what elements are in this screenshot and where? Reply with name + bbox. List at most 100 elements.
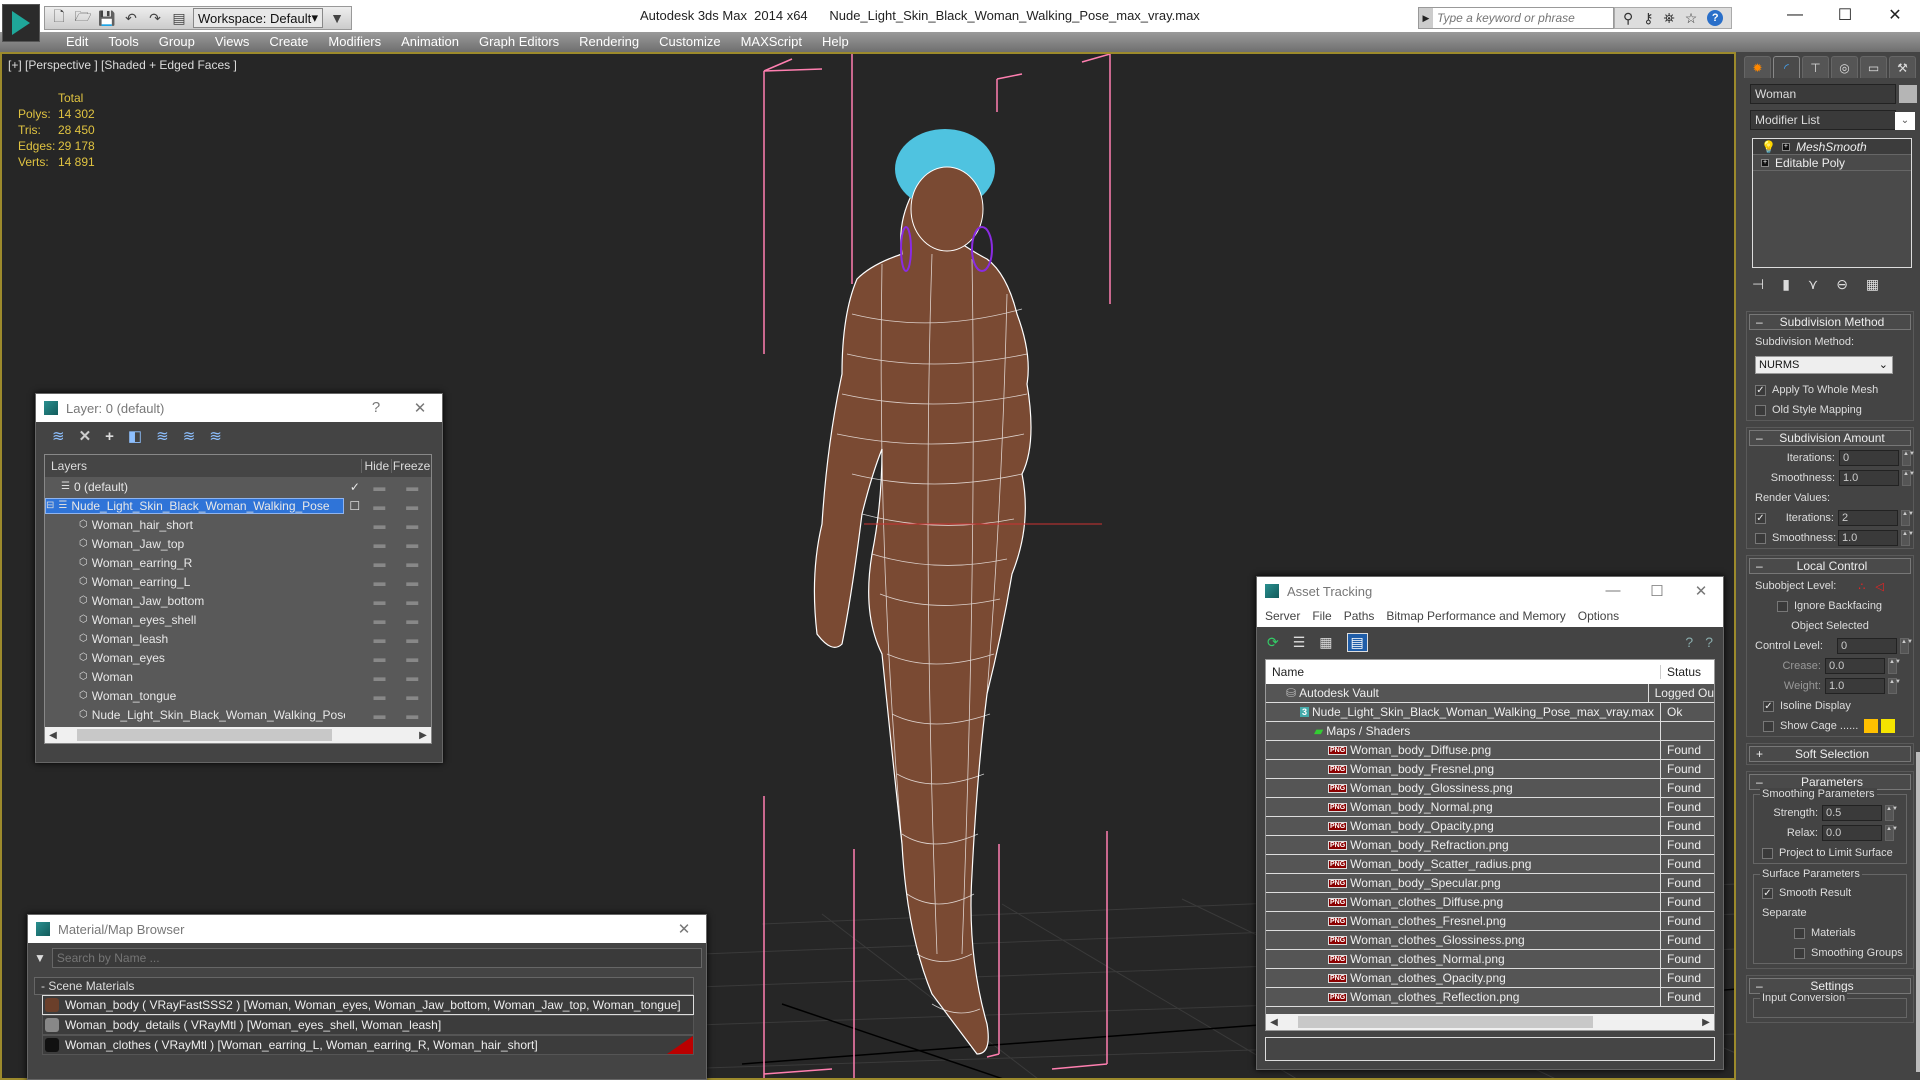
menu-views[interactable]: Views <box>205 32 259 52</box>
hide-toggle[interactable]: ▬ <box>365 651 393 665</box>
scroll-left-icon[interactable]: ◀ <box>1266 1017 1282 1028</box>
column-freeze[interactable]: Freeze <box>391 459 431 473</box>
scroll-right-icon[interactable]: ▶ <box>1698 1017 1714 1028</box>
freeze-toggle[interactable]: ▬ <box>394 594 431 608</box>
close-button[interactable]: ✕ <box>1679 582 1723 600</box>
close-button[interactable]: ✕ <box>662 920 706 938</box>
object-row[interactable]: ⬡ Woman_earring_L ▬ ▬ <box>45 572 431 591</box>
freeze-toggle[interactable]: ▬ <box>394 537 431 551</box>
freeze-toggle[interactable]: ▬ <box>394 689 431 703</box>
hide-toggle[interactable]: ▬ <box>365 556 393 570</box>
asset-row[interactable]: PNG Woman_clothes_Opacity.png Found <box>1266 969 1714 988</box>
make-unique-icon[interactable]: ⋎ <box>1808 276 1818 293</box>
rollout-header[interactable]: – Subdivision Amount <box>1749 430 1911 446</box>
asset-row[interactable]: PNG Woman_body_Normal.png Found <box>1266 798 1714 817</box>
spinner-arrows-icon[interactable]: ▲▼ <box>1901 530 1914 546</box>
smoothness-spinner[interactable]: 1.0 <box>1839 470 1899 486</box>
workspace-dropdown[interactable]: Workspace: Default ▾ <box>193 8 323 28</box>
lightbulb-icon[interactable]: 💡 <box>1761 140 1776 154</box>
freeze-toggle[interactable]: ▬ <box>394 651 431 665</box>
horizontal-scrollbar[interactable]: ◀ ▶ <box>1266 1014 1714 1030</box>
stack-item-meshsmooth[interactable]: 💡 + MeshSmooth <box>1753 139 1911 155</box>
highlight-selected-icon[interactable]: ≋ <box>156 427 169 445</box>
hide-toggle[interactable]: ▬ <box>365 613 393 627</box>
hide-toggle[interactable]: ▬ <box>365 518 393 532</box>
material-row[interactable]: Woman_body_details ( VRayMtl ) [Woman_ey… <box>42 1015 694 1035</box>
column-layers[interactable]: Layers <box>45 459 361 473</box>
crease-spinner[interactable]: 0.0 <box>1825 658 1885 674</box>
binoculars-icon[interactable]: ⚲ <box>1623 10 1633 27</box>
checkbox-unchecked[interactable] <box>1755 404 1766 416</box>
subdivision-method-dropdown[interactable]: NURMS ⌄ <box>1755 356 1893 374</box>
object-color-swatch[interactable] <box>1899 85 1917 103</box>
old-style-mapping-checkbox[interactable]: Old Style Mapping <box>1747 400 1913 420</box>
hide-toggle[interactable]: ▬ <box>365 670 393 684</box>
render-smoothness-checkbox[interactable] <box>1755 532 1766 544</box>
menu-help[interactable]: Help <box>812 32 859 52</box>
scroll-left-icon[interactable]: ◀ <box>45 730 61 741</box>
menu-graph-editors[interactable]: Graph Editors <box>469 32 569 52</box>
pin-stack-icon[interactable]: ⊣ <box>1752 276 1764 293</box>
asset-row[interactable]: PNG Woman_body_Scatter_radius.png Found <box>1266 855 1714 874</box>
material-row[interactable]: Woman_clothes ( VRayMtl ) [Woman_earring… <box>42 1035 694 1055</box>
hide-toggle[interactable]: ▬ <box>365 689 393 703</box>
asset-row[interactable]: PNG Woman_body_Opacity.png Found <box>1266 817 1714 836</box>
modifier-list-dropdown[interactable]: Modifier List <box>1750 110 1896 130</box>
iterations-spinner[interactable]: 0 <box>1839 450 1899 466</box>
maximize-button[interactable]: ☐ <box>1820 0 1870 30</box>
object-row[interactable]: ⬡ Woman_tongue ▬ ▬ <box>45 686 431 705</box>
control-level-spinner[interactable]: 0 <box>1837 638 1897 654</box>
help-icon[interactable]: ? <box>1707 10 1724 26</box>
hide-toggle[interactable]: ▬ <box>365 537 393 551</box>
add-to-layer-icon[interactable]: + <box>105 428 114 445</box>
layer-row[interactable]: ⊟ ☰ Nude_Light_Skin_Black_Woman_Walking_Po… <box>45 496 431 515</box>
tab-modify[interactable]: ◜ <box>1773 56 1800 78</box>
cage-color-swatch[interactable] <box>1864 719 1879 733</box>
tab-create[interactable]: ✹ <box>1744 56 1771 78</box>
separate-materials-checkbox[interactable] <box>1794 927 1805 939</box>
menu-group[interactable]: Group <box>149 32 205 52</box>
menu-server[interactable]: Server <box>1265 609 1300 623</box>
object-row[interactable]: ⬡ Woman_earring_R ▬ ▬ <box>45 553 431 572</box>
select-objects-icon[interactable]: ◧ <box>128 427 142 445</box>
ignore-backfacing-checkbox[interactable] <box>1777 600 1788 612</box>
spinner-arrows-icon[interactable]: ▲▼ <box>1901 510 1914 526</box>
menu-create[interactable]: Create <box>259 32 318 52</box>
collapse-icon[interactable]: ⊟ <box>46 500 54 511</box>
asset-row[interactable]: PNG Woman_clothes_Fresnel.png Found <box>1266 912 1714 931</box>
scrollbar-thumb[interactable] <box>77 729 332 741</box>
scene-materials-group[interactable]: - Scene Materials <box>34 977 694 995</box>
menu-customize[interactable]: Customize <box>649 32 730 52</box>
object-row[interactable]: ⬡ Woman_eyes ▬ ▬ <box>45 648 431 667</box>
expand-icon[interactable]: + <box>1761 158 1769 167</box>
chevron-down-icon[interactable]: ⌄ <box>1895 112 1915 130</box>
asset-tracking-titlebar[interactable]: Asset Tracking — ☐ ✕ <box>1257 577 1723 605</box>
close-button[interactable]: ✕ <box>1870 0 1920 30</box>
hide-toggle[interactable]: ▬ <box>365 632 393 646</box>
spinner-arrows-icon[interactable]: ▲▼ <box>1885 805 1898 821</box>
object-name-field[interactable]: Woman <box>1750 84 1896 104</box>
maximize-button[interactable]: ☐ <box>1635 582 1679 600</box>
spinner-arrows-icon[interactable]: ▲▼ <box>1900 638 1913 654</box>
refresh-icon[interactable]: ⟳ <box>1267 634 1279 651</box>
tab-utilities[interactable]: ⚒ <box>1889 56 1916 78</box>
freeze-toggle[interactable]: ▬ <box>394 632 431 646</box>
object-row[interactable]: ⬡ Woman_Jaw_top ▬ ▬ <box>45 534 431 553</box>
menu-maxscript[interactable]: MAXScript <box>731 32 812 52</box>
object-row[interactable]: ⬡ Woman ▬ ▬ <box>45 667 431 686</box>
object-row[interactable]: ⬡ Woman_hair_short ▬ ▬ <box>45 515 431 534</box>
horizontal-scrollbar[interactable]: ◀ ▶ <box>45 727 431 743</box>
show-cage-checkbox[interactable] <box>1763 720 1774 732</box>
menu-bitmap-performance[interactable]: Bitmap Performance and Memory <box>1386 609 1565 623</box>
column-hide[interactable]: Hide <box>361 459 391 473</box>
scrollbar-thumb[interactable] <box>1298 1016 1593 1028</box>
delete-layer-icon[interactable]: ✕ <box>79 427 92 445</box>
tab-motion[interactable]: ◎ <box>1831 56 1858 78</box>
rollout-header[interactable]: – Local Control <box>1749 558 1911 574</box>
asset-row[interactable]: PNG Woman_clothes_Glossiness.png Found <box>1266 931 1714 950</box>
customize-toolbar-icon[interactable]: ▼ <box>327 9 347 27</box>
apply-whole-mesh-checkbox[interactable]: ✓ Apply To Whole Mesh <box>1747 380 1913 400</box>
stack-item-editable-poly[interactable]: + Editable Poly <box>1753 155 1911 171</box>
asset-row[interactable]: ⛁ Autodesk Vault Logged Ou <box>1266 684 1714 703</box>
minimize-button[interactable]: — <box>1591 582 1635 600</box>
